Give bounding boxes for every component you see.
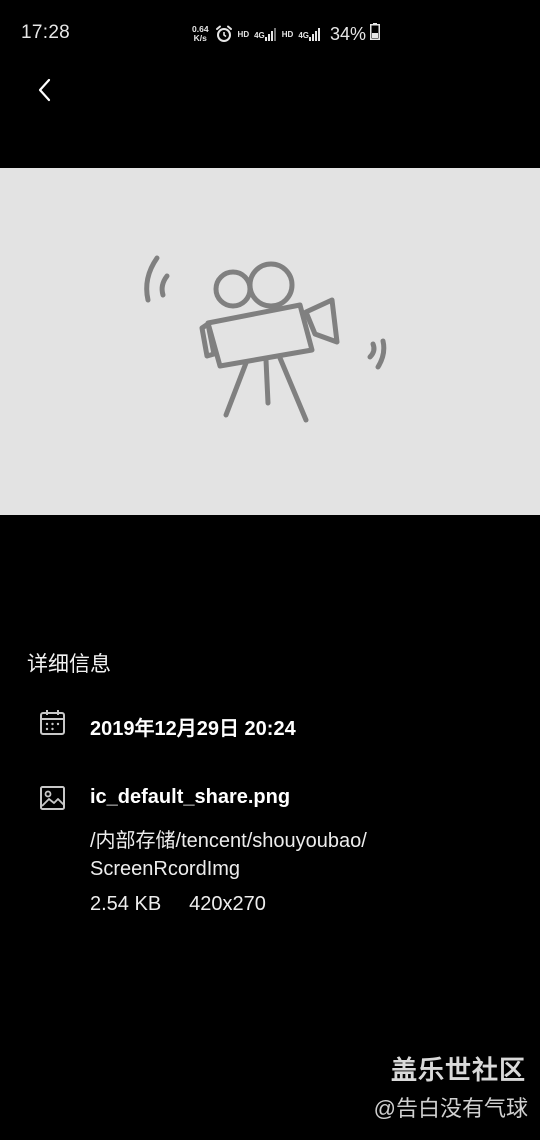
chevron-left-icon	[38, 78, 51, 102]
back-button[interactable]	[28, 72, 64, 108]
network-speed: 0.64 K/s	[192, 25, 209, 43]
file-name: ic_default_share.png	[90, 786, 291, 808]
network-speed-unit: K/s	[193, 33, 207, 43]
status-bar: 17:28 0.64 K/s HD 4G HD 4G 34%	[0, 0, 540, 66]
status-time: 17:28	[21, 22, 71, 43]
file-date: 2019年12月29日 20:24	[90, 718, 296, 740]
status-icons: 0.64 K/s HD 4G HD 4G 34%	[192, 18, 381, 50]
signal-bars-icon-2	[309, 28, 321, 41]
file-size: 2.54 KB	[90, 893, 162, 915]
alarm-clock-icon	[215, 25, 233, 43]
signal-4g-icon-1: 4G	[254, 27, 277, 41]
battery-percent: 34%	[330, 23, 367, 44]
file-meta: 2.54 KB 420x270	[90, 893, 266, 916]
signal-bars-icon	[264, 28, 276, 41]
network-label-2: 4G	[298, 31, 310, 40]
details-section-title: 详细信息	[27, 653, 111, 676]
video-camera-icon	[144, 255, 387, 423]
image-icon	[39, 784, 67, 812]
file-path: /内部存储/tencent/shouyoubao/ ScreenRcordImg	[90, 827, 490, 883]
signal-4g-icon-2: 4G	[298, 27, 323, 41]
network-label-1: 4G	[254, 31, 265, 40]
file-path-line-1: /内部存储/tencent/shouyoubao/	[90, 830, 367, 852]
hd-label-2: HD	[281, 29, 294, 39]
calendar-icon	[39, 709, 67, 737]
watermark-user: @告白没有气球	[373, 1096, 528, 1121]
watermark-title: 盖乐世社区	[390, 1055, 526, 1085]
file-path-line-2: ScreenRcordImg	[90, 858, 241, 880]
image-preview[interactable]	[0, 168, 540, 515]
battery-icon	[370, 23, 381, 45]
hd-label: HD	[237, 29, 250, 39]
image-dimensions: 420x270	[189, 893, 266, 915]
